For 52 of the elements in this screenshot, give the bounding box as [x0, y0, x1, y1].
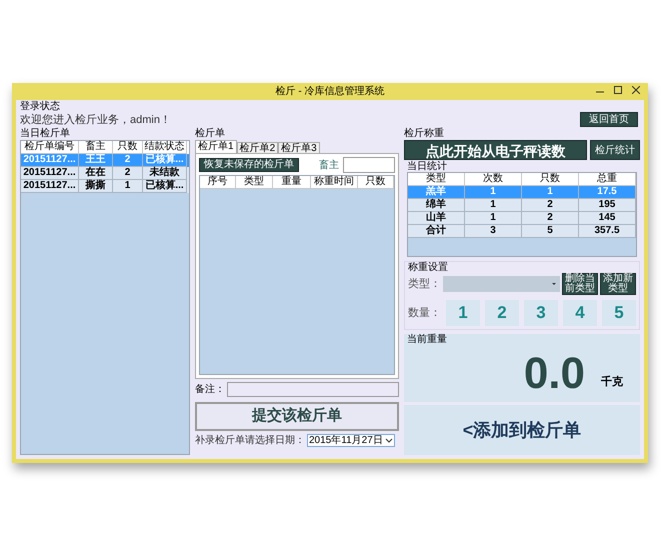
submit-button[interactable]: 提交该检斤单 [195, 402, 399, 431]
home-button[interactable]: 返回首页 [580, 112, 638, 127]
table-row[interactable]: 20151127... 在在 2 未结款 [21, 167, 189, 180]
read-scale-button[interactable]: 点此开始从电子秤读数 [404, 140, 587, 160]
remark-label: 备注： [195, 382, 225, 397]
column-header: 称重时间 [310, 176, 358, 189]
weight-unit: 千克 [601, 374, 623, 390]
group-label: 检斤单 [195, 128, 226, 140]
add-to-order-button[interactable]: <添加到检斤单 [404, 405, 640, 455]
tab[interactable]: 检斤单2 [236, 142, 278, 153]
table-cell: 5 [522, 225, 579, 238]
table-cell: 已核算... [143, 180, 187, 193]
remark-field[interactable] [227, 382, 399, 397]
group-label: 登录状态 [20, 101, 61, 113]
table-cell: 撕撕 [79, 180, 113, 193]
group-label: 当日检斤单 [20, 128, 71, 140]
table-row[interactable]: 山羊 1 2 145 [408, 212, 636, 225]
tab[interactable]: 检斤单3 [278, 142, 320, 153]
count-label: 数量： [408, 306, 441, 321]
type-label: 类型： [408, 276, 441, 292]
group-label: 称重设置 [408, 262, 449, 273]
table-cell: 1 [113, 180, 143, 193]
table-cell: 合计 [408, 225, 465, 238]
column-header: 类型 [236, 176, 274, 189]
add-type-button[interactable]: 添加新类型 [600, 273, 636, 295]
tab[interactable]: 检斤单1 [195, 140, 237, 153]
column-header: 序号 [200, 176, 236, 189]
date-label: 补录检斤单请选择日期： [195, 434, 305, 448]
close-icon[interactable] [632, 86, 640, 94]
table-row[interactable]: 绵羊 1 2 195 [408, 199, 636, 212]
group-label: 当前重量 [407, 334, 448, 345]
window-title: 检斤 - 冷库信息管理系统 [276, 84, 384, 99]
table-cell: 357.5 [579, 225, 636, 238]
date-picker[interactable]: 2015年11月27日 [307, 434, 395, 447]
maximize-icon[interactable] [614, 86, 622, 94]
welcome-text: 欢迎您进入检斤业务，admin！ [20, 113, 171, 127]
column-header: 只数 [358, 176, 394, 189]
table-row[interactable]: 20151127... 撕撕 1 已核算... [21, 180, 189, 193]
dropdown-icon [384, 438, 393, 444]
table-cell: 3 [465, 225, 522, 238]
owner-field[interactable] [343, 157, 395, 173]
restore-button[interactable]: 恢复未保存的检斤单 [199, 158, 299, 172]
column-header: 重量 [273, 176, 311, 189]
group-label: 检斤称重 [404, 128, 445, 140]
delete-type-button[interactable]: 删除当前类型 [562, 273, 598, 295]
group-label: 当日统计 [407, 161, 448, 172]
table-row[interactable]: 合计 3 5 357.5 [408, 225, 636, 238]
table-cell: 20151127... [21, 180, 79, 193]
dropdown-icon [550, 281, 558, 287]
owner-label: 畜主 [319, 158, 339, 172]
statistics-button[interactable]: 检斤统计 [590, 140, 640, 160]
weight-value: 0.0 [524, 352, 585, 396]
